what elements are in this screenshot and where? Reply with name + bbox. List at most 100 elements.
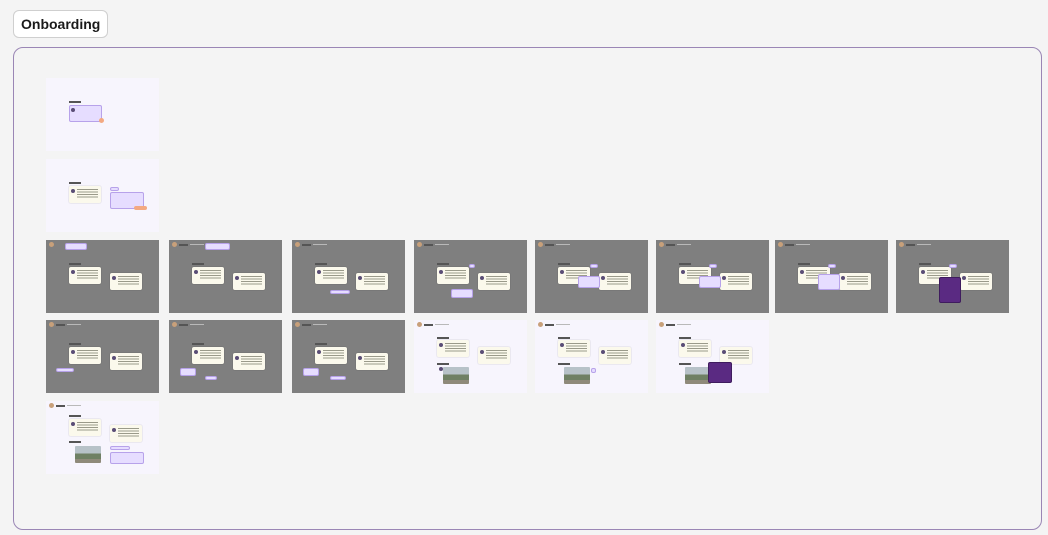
post-card bbox=[110, 353, 142, 370]
post-card bbox=[356, 353, 388, 370]
frame-label bbox=[679, 263, 691, 265]
frame-thumbnail[interactable] bbox=[656, 240, 769, 313]
post-card bbox=[478, 347, 510, 364]
frame-header bbox=[659, 242, 691, 247]
frame-label bbox=[69, 441, 81, 443]
post-card bbox=[192, 267, 224, 284]
frame-label bbox=[437, 363, 449, 365]
post-card bbox=[356, 273, 388, 290]
post-card bbox=[69, 186, 101, 203]
frame-header bbox=[417, 242, 449, 247]
post-card bbox=[233, 353, 265, 370]
tooltip bbox=[451, 289, 473, 298]
frame-label bbox=[558, 337, 570, 339]
media-preview bbox=[939, 277, 961, 303]
cursor-marker bbox=[134, 206, 147, 210]
tag-chip bbox=[469, 264, 475, 268]
frame-thumbnail[interactable] bbox=[46, 401, 159, 474]
avatar bbox=[71, 108, 75, 112]
frame-label bbox=[679, 337, 691, 339]
frame-label bbox=[919, 263, 931, 265]
frame-label bbox=[69, 101, 81, 103]
tag-chip bbox=[205, 376, 217, 380]
post-card bbox=[558, 340, 590, 357]
frame-label bbox=[315, 263, 327, 265]
frame-label bbox=[558, 363, 570, 365]
frame-thumbnail[interactable] bbox=[46, 320, 159, 393]
frame-thumbnail[interactable] bbox=[292, 240, 405, 313]
comment-bubble bbox=[699, 276, 721, 288]
frame-thumbnail[interactable] bbox=[414, 240, 527, 313]
section-title[interactable]: Onboarding bbox=[13, 10, 109, 38]
frame-label bbox=[69, 415, 81, 417]
tag-chip bbox=[110, 187, 119, 191]
post-card bbox=[437, 340, 469, 357]
post-card bbox=[110, 273, 142, 290]
frame-label bbox=[69, 263, 81, 265]
frame-label bbox=[69, 343, 81, 345]
frame-header bbox=[49, 403, 81, 408]
post-card bbox=[69, 347, 101, 364]
avatar bbox=[439, 367, 443, 371]
image-card bbox=[443, 367, 469, 384]
post-card bbox=[679, 340, 711, 357]
post-card bbox=[192, 347, 224, 364]
frame-label bbox=[69, 182, 81, 184]
frame-thumbnail[interactable] bbox=[896, 240, 1009, 313]
frame-header bbox=[49, 242, 54, 247]
tooltip bbox=[56, 368, 74, 372]
frame-header bbox=[295, 322, 327, 327]
post-card bbox=[69, 267, 101, 284]
frame-thumbnail[interactable] bbox=[46, 159, 159, 232]
post-card bbox=[110, 425, 142, 442]
tooltip bbox=[65, 243, 87, 250]
frame-label bbox=[798, 263, 810, 265]
post-card bbox=[599, 347, 631, 364]
tag-chip bbox=[590, 264, 598, 268]
onboarding-section[interactable] bbox=[13, 47, 1042, 530]
image-card bbox=[75, 446, 101, 463]
frame-thumbnail[interactable] bbox=[169, 240, 282, 313]
frame-thumbnail[interactable] bbox=[656, 320, 769, 393]
frame-label bbox=[192, 263, 204, 265]
frame-header bbox=[538, 322, 570, 327]
post-card bbox=[233, 273, 265, 290]
comment-bubble bbox=[818, 274, 840, 290]
frame-label bbox=[558, 263, 570, 265]
frame-label bbox=[437, 263, 449, 265]
cursor-marker bbox=[99, 118, 104, 123]
tag-chip bbox=[591, 368, 596, 373]
frame-header bbox=[295, 242, 327, 247]
frame-label bbox=[679, 363, 691, 365]
tooltip bbox=[303, 368, 319, 376]
post-card bbox=[315, 347, 347, 364]
frame-thumbnail[interactable] bbox=[46, 78, 159, 151]
tag-chip bbox=[110, 446, 130, 450]
comment-bubble bbox=[110, 452, 144, 464]
frame-thumbnail[interactable] bbox=[535, 320, 648, 393]
post-card bbox=[315, 267, 347, 284]
comment-bubble bbox=[578, 276, 600, 288]
tag-chip bbox=[709, 264, 717, 268]
tooltip bbox=[330, 290, 350, 294]
tag-chip bbox=[949, 264, 957, 268]
frame-thumbnail[interactable] bbox=[169, 320, 282, 393]
post-card bbox=[960, 273, 992, 290]
frame-thumbnail[interactable] bbox=[46, 240, 159, 313]
frame-label bbox=[192, 343, 204, 345]
frame-header bbox=[172, 322, 204, 327]
frame-header bbox=[899, 242, 931, 247]
frame-thumbnail[interactable] bbox=[414, 320, 527, 393]
frame-label bbox=[437, 337, 449, 339]
frame-label bbox=[315, 343, 327, 345]
image-card bbox=[564, 367, 590, 384]
tag-chip bbox=[828, 264, 836, 268]
frame-thumbnail[interactable] bbox=[535, 240, 648, 313]
frame-header bbox=[659, 322, 691, 327]
frame-header bbox=[778, 242, 810, 247]
frame-header bbox=[172, 242, 204, 247]
frame-thumbnail[interactable] bbox=[775, 240, 888, 313]
tooltip bbox=[205, 243, 230, 250]
frame-thumbnail[interactable] bbox=[292, 320, 405, 393]
tooltip bbox=[180, 368, 196, 376]
